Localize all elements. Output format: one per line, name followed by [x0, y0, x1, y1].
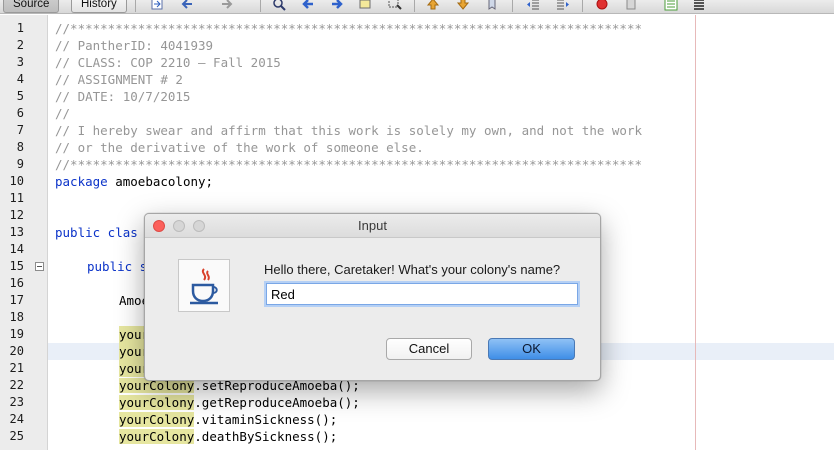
line-number: 20	[9, 344, 24, 358]
toggle-bookmark-icon[interactable]	[485, 0, 499, 11]
line-number: 16	[9, 276, 24, 290]
toolbar-separator	[512, 0, 513, 12]
comment-icon[interactable]	[664, 0, 678, 11]
find-selection-icon[interactable]	[388, 0, 402, 11]
line-number: 24	[9, 412, 24, 426]
line-number: 11	[9, 191, 24, 205]
line-number: 1	[16, 21, 24, 35]
dialog-prompt: Hello there, Caretaker! What's your colo…	[264, 262, 561, 277]
code-text: public clas	[55, 224, 138, 241]
shift-left-icon[interactable]	[526, 0, 540, 11]
line-number: 19	[9, 327, 24, 341]
code-line: 4 // ASSIGNMENT # 2	[0, 71, 834, 88]
dialog-title: Input	[358, 218, 387, 233]
line-number: 13	[9, 225, 24, 239]
marked-identifier: yourColony	[119, 429, 195, 444]
find-icon[interactable]	[272, 0, 286, 11]
keyword: public	[87, 259, 133, 274]
shift-right-icon[interactable]	[556, 0, 570, 11]
ok-button[interactable]: OK	[488, 338, 575, 360]
code-text: // DATE: 10/7/2015	[55, 89, 191, 104]
code-line: 7 // I hereby swear and affirm that this…	[0, 122, 834, 139]
tab-source[interactable]: Source	[3, 0, 60, 13]
colony-name-input[interactable]	[266, 283, 578, 305]
code-text: yourColony.getReproduceAmoeba();	[119, 394, 360, 411]
code-text: // I hereby swear and affirm that this w…	[55, 123, 642, 138]
next-bookmark-icon[interactable]	[456, 0, 470, 11]
keyword: public	[55, 225, 101, 240]
code-line: 23 yourColony.getReproduceAmoeba();	[0, 394, 834, 411]
line-number: 12	[9, 208, 24, 222]
toolbar-separator	[582, 0, 583, 12]
line-number: 8	[16, 140, 24, 154]
cancel-button[interactable]: Cancel	[386, 338, 472, 360]
code-text: yourColony.vitaminSickness();	[119, 411, 337, 428]
line-number: 3	[16, 55, 24, 69]
find-previous-icon[interactable]	[301, 0, 315, 11]
code-line: 10 package amoebacolony;	[0, 173, 834, 190]
forward-icon[interactable]	[220, 0, 234, 11]
code-line: 24 yourColony.vitaminSickness();	[0, 411, 834, 428]
line-number: 21	[9, 361, 24, 375]
code-line: 25 yourColony.deathBySickness();	[0, 428, 834, 445]
editor-toolbar: Source History	[0, 0, 834, 14]
toolbar-separator	[260, 0, 261, 12]
code-line: 1 //************************************…	[0, 20, 834, 37]
code-line: 8 // or the derivative of the work of so…	[0, 139, 834, 156]
toggle-highlight-icon[interactable]	[358, 0, 372, 11]
code-rest: .getReproduceAmoeba();	[194, 395, 360, 410]
last-edit-icon[interactable]	[150, 0, 164, 11]
line-number: 2	[16, 38, 24, 52]
code-line: 11	[0, 190, 834, 207]
toolbar-separator	[414, 0, 415, 12]
code-line: 6 //	[0, 105, 834, 122]
previous-bookmark-icon[interactable]	[426, 0, 440, 11]
marked-identifier: yourColony	[119, 395, 195, 410]
code-text: //**************************************…	[55, 157, 642, 172]
code-text: // PantherID: 4041939	[55, 38, 214, 53]
line-number: 22	[9, 378, 24, 392]
code-text: //	[55, 106, 71, 121]
code-text: //**************************************…	[55, 21, 642, 36]
line-number: 14	[9, 242, 24, 256]
code-text: // ASSIGNMENT # 2	[55, 72, 183, 87]
toolbar-separator	[135, 0, 136, 12]
line-number: 6	[16, 106, 24, 120]
line-number: 7	[16, 123, 24, 137]
java-app-icon	[178, 259, 230, 312]
line-number: 23	[9, 395, 24, 409]
code-text: // or the derivative of the work of some…	[55, 140, 424, 155]
line-number: 5	[16, 89, 24, 103]
code-text: yourColony.deathBySickness();	[119, 428, 337, 445]
line-number: 25	[9, 429, 24, 443]
stop-macro-icon[interactable]	[624, 0, 638, 11]
code-rest: amoebacolony;	[107, 174, 214, 189]
line-number: 15	[9, 259, 24, 273]
input-dialog: Input Hello there, Caretaker! What's you…	[144, 213, 601, 381]
line-number: 17	[9, 293, 24, 307]
code-text: public s	[87, 258, 147, 275]
code-line: 3 // CLASS: COP 2210 – Fall 2015	[0, 54, 834, 71]
marked-identifier: yourColony	[119, 412, 195, 427]
code-rest: .vitaminSickness();	[194, 412, 338, 427]
find-next-icon[interactable]	[330, 0, 344, 11]
code-rest: .deathBySickness();	[194, 429, 338, 444]
code-text: package amoebacolony;	[55, 173, 213, 190]
line-number: 10	[9, 174, 24, 188]
record-macro-icon[interactable]	[595, 0, 609, 11]
code-rest: clas	[100, 225, 138, 240]
code-line: 9 //************************************…	[0, 156, 834, 173]
uncomment-icon[interactable]	[692, 0, 706, 11]
code-text: // CLASS: COP 2210 – Fall 2015	[55, 55, 281, 70]
keyword: package	[55, 174, 108, 189]
tab-history[interactable]: History	[71, 0, 127, 13]
code-line: 5 // DATE: 10/7/2015	[0, 88, 834, 105]
back-icon[interactable]	[180, 0, 194, 11]
line-number: 4	[16, 72, 24, 86]
line-number: 9	[16, 157, 24, 171]
line-number: 18	[9, 310, 24, 324]
code-line: 2 // PantherID: 4041939	[0, 37, 834, 54]
